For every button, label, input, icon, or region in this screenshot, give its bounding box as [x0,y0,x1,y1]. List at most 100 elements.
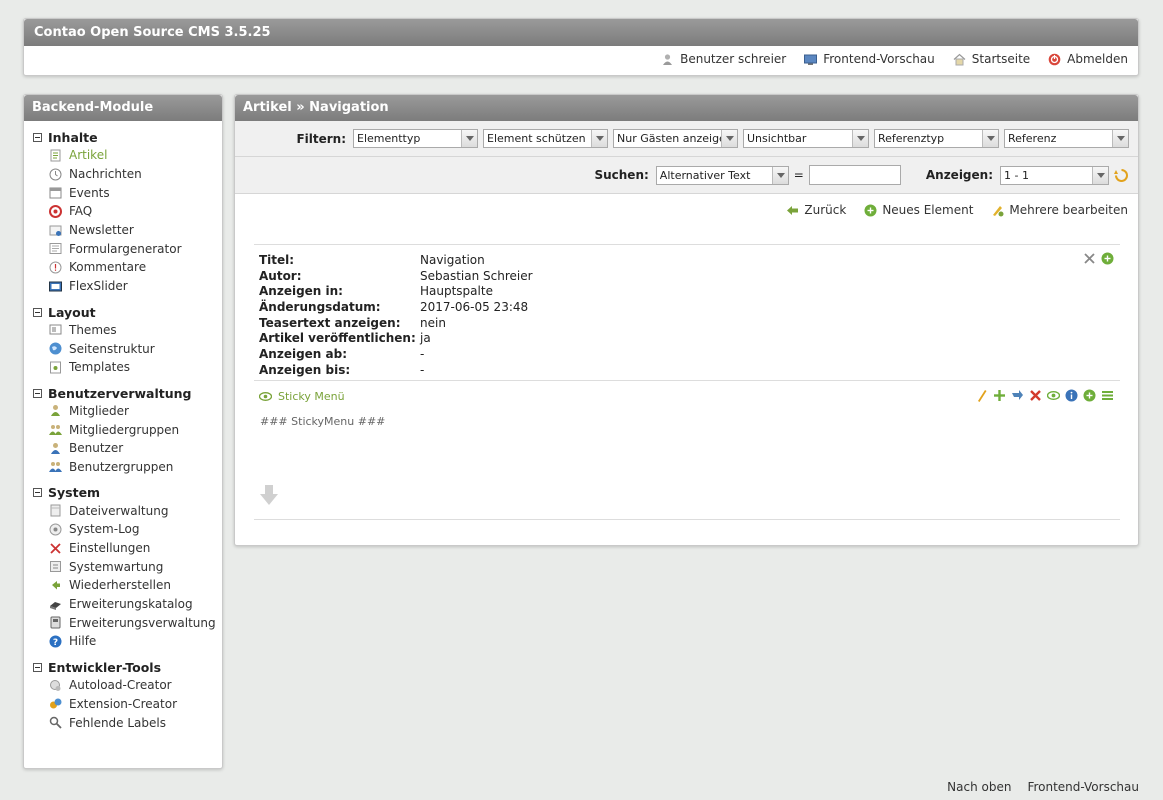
sidebar-item-benutzer[interactable]: Benutzer [24,439,222,458]
filter-reference-type[interactable]: Referenztyp [874,129,999,148]
copy-icon[interactable] [993,389,1006,402]
sidebar-item-system-log[interactable]: System-Log [24,520,222,539]
home-link[interactable]: Startseite [953,52,1030,66]
sidebar-item-label: Events [69,185,110,200]
sidebar-item-erweiterungsverwaltung[interactable]: Erweiterungsverwaltung [24,613,222,632]
sidebar-item-label: Seitenstruktur [69,341,155,356]
new-element-label: Neues Element [882,203,974,217]
sidebar-item-hilfe[interactable]: ? Hilfe [24,632,222,651]
global-actions: Zurück Neues Element Mehrere bearbeiten [786,203,1128,217]
sidebar-item-einstellungen[interactable]: Einstellungen [24,539,222,558]
filter-element-type[interactable]: Elementtyp [353,129,478,148]
content-element: Sticky Menü ### StickyMenu ### [254,381,1120,520]
search-input[interactable] [808,165,901,185]
header: Contao Open Source CMS 3.5.25 Benutzer s… [23,18,1139,76]
sidebar-item-events[interactable]: Events [24,183,222,202]
add-icon[interactable] [1101,252,1114,265]
help-icon: ? [49,635,62,648]
sidebar-item-wiederherstellen[interactable]: Wiederherstellen [24,576,222,595]
edit-multiple-button[interactable]: Mehrere bearbeiten [991,203,1128,217]
sidebar-item-artikel[interactable]: Artikel [24,146,222,165]
filter-guests-only[interactable]: Nur Gästen anzeigen [613,129,738,148]
content-element-preview: ### StickyMenu ### [260,415,386,428]
paste-arrow-icon[interactable] [260,485,278,508]
edit-icon[interactable] [975,389,988,402]
chevron-down-icon [771,166,788,184]
delete-icon[interactable] [1029,389,1042,402]
sidebar-item-label: Benutzer [69,441,124,456]
sidebar-item-label: Fehlende Labels [69,715,166,730]
eye-icon [259,390,272,403]
sidebar-item-benutzergruppen[interactable]: Benutzergruppen [24,458,222,477]
sidebar-item-label: Mitglieder [69,403,129,418]
sidebar-item-extension-creator[interactable]: Extension-Creator [24,695,222,714]
back-to-top-link[interactable]: Nach oben [947,780,1011,794]
sidebar-item-themes[interactable]: Themes [24,321,222,340]
chevron-down-icon [591,130,607,147]
frontend-preview-link[interactable]: Frontend-Vorschau [804,52,935,66]
filter-reference[interactable]: Referenz [1004,129,1129,148]
nav-group-label: Layout [48,304,96,320]
logout-label: Abmelden [1067,52,1128,66]
sidebar-item-dateiverwaltung[interactable]: Dateiverwaltung [24,501,222,520]
sidebar-item-label: Einstellungen [69,541,151,556]
sidebar-item-kommentare[interactable]: Kommentare [24,258,222,277]
sidebar-item-label: Formulargenerator [69,241,182,256]
nav-group-header[interactable]: Layout [24,304,222,321]
sidebar-item-formulargenerator[interactable]: Formulargenerator [24,239,222,258]
filter-label: Filtern: [296,131,346,146]
article-info-key: Titel: [259,252,295,267]
sidebar-item-newsletter[interactable]: Newsletter [24,221,222,240]
edit-multiple-icon [991,204,1004,217]
sidebar-item-autoload-creator[interactable]: Autoload-Creator [24,676,222,695]
filter-row: Filtern: Elementtyp Element schützen Nur… [235,121,1138,156]
paste-after-icon[interactable] [1083,389,1096,402]
back-arrow-icon [786,204,799,217]
move-icon[interactable] [1011,389,1024,402]
user-icon [661,53,674,66]
toggle-visibility-icon[interactable] [1047,389,1060,402]
article-info-value: Hauptspalte [420,284,493,299]
filter-protected[interactable]: Element schützen [483,129,608,148]
search-row: Suchen: Alternativer Text = Anzeigen: 1 … [235,156,1138,193]
info-icon[interactable] [1065,389,1078,402]
undo-icon [49,579,62,592]
collapse-toggle-icon[interactable] [33,133,42,142]
show-label: Anzeigen: [925,168,993,182]
limit-select[interactable]: 1 - 1 [1000,165,1109,185]
app-title: Contao Open Source CMS 3.5.25 [24,19,1138,46]
sidebar-item-seitenstruktur[interactable]: Seitenstruktur [24,339,222,358]
sidebar-item-erweiterungskatalog[interactable]: Erweiterungskatalog [24,595,222,614]
sidebar-item-mitglieder[interactable]: Mitglieder [24,402,222,421]
nav-group-header[interactable]: System [24,484,222,501]
sidebar-item-label: Hilfe [69,634,97,649]
back-button[interactable]: Zurück [786,203,846,217]
search-field-select[interactable]: Alternativer Text [655,165,789,185]
footer-preview-link[interactable]: Frontend-Vorschau [1027,780,1139,794]
new-element-button[interactable]: Neues Element [864,203,973,217]
sidebar-item-fehlende-labels[interactable]: Fehlende Labels [24,713,222,732]
article-info-row: Artikel veröffentlichen: ja [259,330,533,346]
chevron-down-icon [982,130,998,147]
sidebar-item-faq[interactable]: FAQ [24,202,222,221]
sidebar-item-mitgliedergruppen[interactable]: Mitgliedergruppen [24,420,222,439]
collapse-toggle-icon[interactable] [33,488,42,498]
collapse-toggle-icon[interactable] [33,662,42,672]
nav-group-header[interactable]: Benutzerverwaltung [24,385,222,402]
collapse-toggle-icon[interactable] [33,307,42,317]
sidebar-item-flexslider[interactable]: FlexSlider [24,277,222,296]
logout-link[interactable]: Abmelden [1048,52,1128,66]
nav-group-header[interactable]: Entwickler-Tools [24,659,222,676]
reset-icon[interactable] [1114,168,1129,183]
content-element-type: Sticky Menü [259,390,345,403]
sidebar-item-templates[interactable]: Templates [24,358,222,377]
collapse-toggle-icon[interactable] [33,388,42,398]
drag-handle-icon[interactable] [1101,389,1114,402]
nav-group-header[interactable]: Inhalte [24,129,222,146]
sidebar-item-systemwartung[interactable]: Systemwartung [24,557,222,576]
globe-icon [49,342,62,355]
tools-icon[interactable] [1083,252,1096,265]
filter-invisible[interactable]: Unsichtbar [743,129,869,148]
sidebar-item-nachrichten[interactable]: Nachrichten [24,165,222,184]
user-link[interactable]: Benutzer schreier [661,52,786,66]
